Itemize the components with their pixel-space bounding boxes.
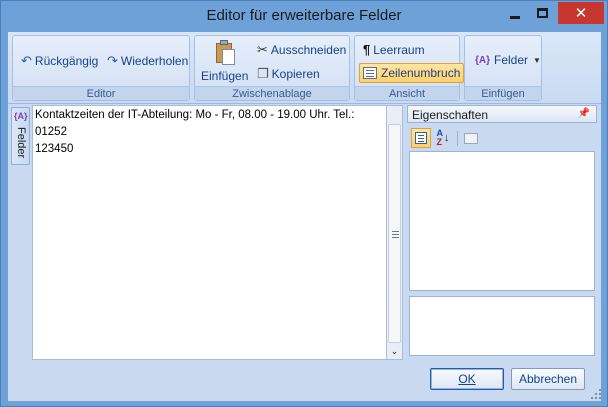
pilcrow-icon: ¶ xyxy=(363,42,371,57)
scroll-down-arrow[interactable]: ⌄ xyxy=(387,343,402,359)
chevron-down-icon: ▼ xyxy=(533,55,541,65)
ribbon: ↶ Rückgängig ↷ Wiederholen Editor Einfüg… xyxy=(8,32,601,104)
redo-icon: ↷ xyxy=(107,53,118,68)
redo-button[interactable]: ↷ Wiederholen xyxy=(107,53,188,69)
fields-icon: {A} xyxy=(475,54,491,66)
group-label-view: Ansicht xyxy=(355,86,459,100)
undo-button[interactable]: ↶ Rückgängig xyxy=(21,53,98,69)
wordwrap-button[interactable]: Zeilenumbruch xyxy=(359,63,465,83)
properties-header: Eigenschaften 📌 xyxy=(407,105,597,123)
toolbar-separator xyxy=(457,131,458,146)
property-pages-icon xyxy=(464,132,478,144)
minimize-icon xyxy=(510,15,520,19)
title-bar[interactable]: Editor für erweiterbare Felder ✕ xyxy=(1,1,607,32)
whitespace-button[interactable]: ¶ Leerraum xyxy=(363,42,425,57)
ribbon-group-insert: {A} Felder ▼ Einfügen xyxy=(464,35,542,101)
paste-icon xyxy=(214,40,236,66)
cancel-label: Abbrechen xyxy=(518,372,578,386)
close-button[interactable]: ✕ xyxy=(558,2,604,24)
cancel-button[interactable]: Abbrechen xyxy=(511,368,585,390)
copy-icon: ❐ xyxy=(257,66,269,81)
editor-line: Kontaktzeiten der IT-Abteilung: Mo - Fr,… xyxy=(35,109,355,138)
properties-grid[interactable] xyxy=(409,151,595,291)
maximize-button[interactable] xyxy=(529,2,556,24)
client-area: ↶ Rückgängig ↷ Wiederholen Editor Einfüg… xyxy=(8,32,601,401)
editor-window: Editor für erweiterbare Felder ✕ ↶ Rückg… xyxy=(0,0,608,407)
resize-grip-icon[interactable] xyxy=(591,389,601,399)
ribbon-group-view: ¶ Leerraum Zeilenumbruch Ansicht xyxy=(354,35,465,101)
cut-label: Ausschneiden xyxy=(270,43,347,57)
categorized-button[interactable] xyxy=(411,128,431,148)
copy-label: Kopieren xyxy=(271,67,320,81)
ok-label: OK xyxy=(458,372,476,386)
alphabetical-button[interactable]: AZ ↓ xyxy=(433,128,453,148)
ribbon-group-editor: ↶ Rückgängig ↷ Wiederholen Editor xyxy=(12,35,190,101)
scroll-up-arrow[interactable] xyxy=(387,106,402,122)
categorized-icon xyxy=(415,132,427,144)
minimize-button[interactable] xyxy=(502,2,528,24)
editor-line: 123450 xyxy=(35,143,74,155)
fields-tab-icon: {A} xyxy=(14,111,28,121)
paste-label: Einfügen xyxy=(201,69,249,83)
maximize-icon xyxy=(537,8,548,18)
group-label-editor: Editor xyxy=(13,86,189,100)
fields-side-tab[interactable]: {A} Felder xyxy=(11,107,30,165)
alphabetical-sort-icon: AZ xyxy=(436,128,444,147)
editor-content[interactable]: Kontaktzeiten der IT-Abteilung: Mo - Fr,… xyxy=(35,107,371,158)
ribbon-group-clipboard: Einfügen ✂ Ausschneiden ❐ Kopieren Zwisc… xyxy=(194,35,350,101)
copy-button[interactable]: ❐ Kopieren xyxy=(257,66,320,82)
group-label-insert: Einfügen xyxy=(465,86,541,100)
whitespace-label: Leerraum xyxy=(373,42,425,57)
properties-title: Eigenschaften xyxy=(412,108,489,122)
properties-description xyxy=(409,296,595,356)
close-icon: ✕ xyxy=(574,4,588,22)
editor-vertical-scrollbar[interactable]: ⌄ xyxy=(386,105,403,360)
fields-tab-label: Felder xyxy=(15,127,27,159)
properties-toolbar: AZ ↓ xyxy=(409,127,595,149)
fields-label: Felder xyxy=(494,53,529,67)
cut-button[interactable]: ✂ Ausschneiden xyxy=(257,42,346,58)
properties-panel: Eigenschaften 📌 AZ ↓ xyxy=(407,105,597,360)
scroll-thumb[interactable] xyxy=(388,124,401,343)
wordwrap-label: Zeilenumbruch xyxy=(381,66,461,80)
group-label-clipboard: Zwischenablage xyxy=(195,86,349,100)
text-editor[interactable]: Kontaktzeiten der IT-Abteilung: Mo - Fr,… xyxy=(32,105,393,360)
scroll-grip-icon xyxy=(392,231,399,238)
property-pages-button[interactable] xyxy=(461,128,481,148)
pin-icon[interactable]: 📌 xyxy=(578,108,590,119)
wordwrap-icon xyxy=(363,67,377,79)
fields-dropdown-button[interactable]: {A} Felder ▼ xyxy=(475,53,541,67)
paste-button[interactable]: Einfügen xyxy=(201,40,248,83)
ok-button[interactable]: OK xyxy=(430,368,504,390)
redo-label: Wiederholen xyxy=(120,54,189,68)
scissors-icon: ✂ xyxy=(257,42,268,57)
undo-icon: ↶ xyxy=(21,53,32,68)
undo-label: Rückgängig xyxy=(34,54,99,68)
